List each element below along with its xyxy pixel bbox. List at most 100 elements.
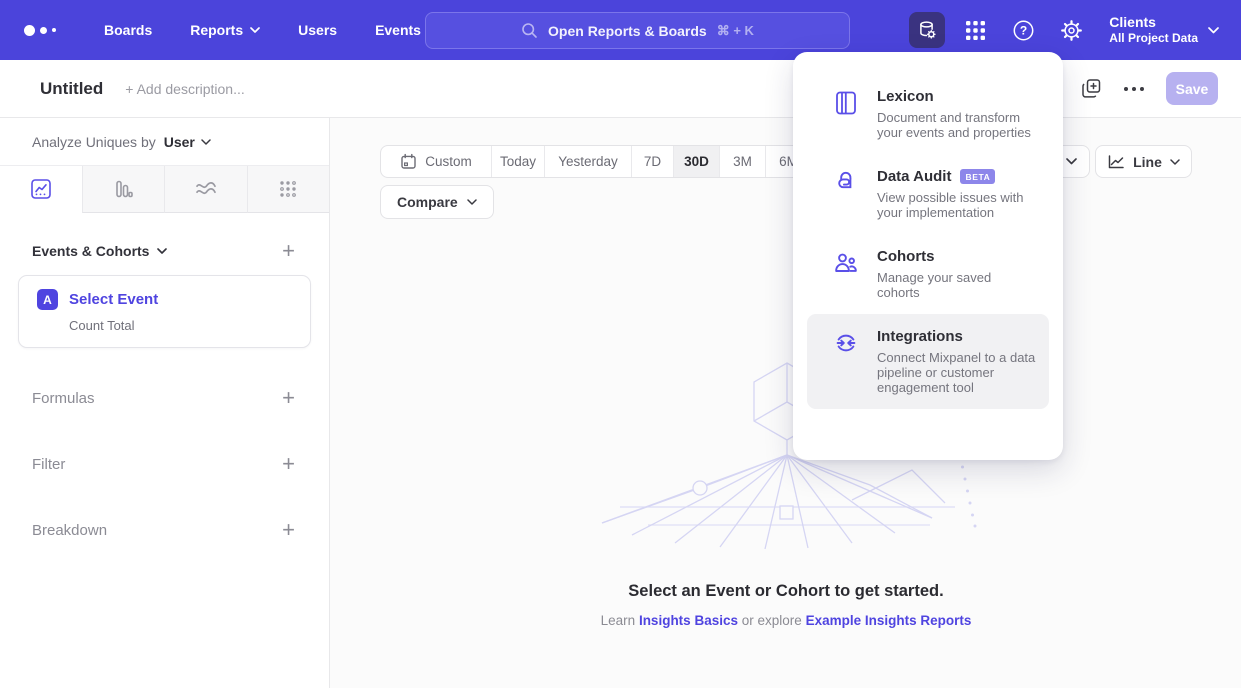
tab-line-chart[interactable] xyxy=(0,166,82,213)
menu-item-integrations[interactable]: Integrations Connect Mixpanel to a data … xyxy=(807,314,1049,409)
save-button[interactable]: Save xyxy=(1166,72,1218,105)
formulas-label: Formulas xyxy=(32,390,95,407)
chevron-down-icon xyxy=(1208,27,1219,34)
search-icon xyxy=(521,22,538,39)
date-range-today[interactable]: Today xyxy=(491,146,544,177)
add-formula-button[interactable]: + xyxy=(278,388,299,408)
date-range-custom-label: Custom xyxy=(425,154,472,169)
compare-button[interactable]: Compare xyxy=(380,185,494,219)
nav-reports-label: Reports xyxy=(190,22,243,38)
compare-label: Compare xyxy=(397,194,458,210)
date-range-3m[interactable]: 3M xyxy=(719,146,765,177)
select-event-label[interactable]: Select Event xyxy=(69,291,158,308)
chart-type-tabs xyxy=(0,165,329,213)
menu-item-lexicon[interactable]: Lexicon Document and transform your even… xyxy=(807,74,1049,154)
events-cohorts-section-toggle[interactable]: Events & Cohorts xyxy=(32,243,167,259)
lexicon-description: Document and transform your events and p… xyxy=(877,110,1037,140)
gear-icon xyxy=(1060,19,1083,42)
bar-chart-icon xyxy=(112,178,134,200)
project-switcher[interactable]: Clients All Project Data xyxy=(1109,14,1219,46)
settings-button[interactable] xyxy=(1053,12,1089,48)
chevron-down-icon xyxy=(1170,159,1180,165)
beta-badge: BETA xyxy=(960,169,995,184)
tab-bar-chart[interactable] xyxy=(82,166,165,213)
line-chart-icon xyxy=(1107,154,1125,170)
metrics-grid-icon xyxy=(277,178,299,200)
date-range-30d-label: 30D xyxy=(684,154,709,169)
report-description-placeholder[interactable]: + Add description... xyxy=(125,81,244,97)
data-management-button[interactable] xyxy=(909,12,945,48)
data-audit-description: View possible issues with your implement… xyxy=(877,190,1037,220)
chevron-down-icon xyxy=(467,199,477,205)
nav-events-label: Events xyxy=(375,22,421,38)
apps-grid-button[interactable] xyxy=(957,12,993,48)
chart-type-dropdown[interactable]: Line xyxy=(1095,145,1192,178)
more-options-button[interactable] xyxy=(1122,81,1146,97)
tab-flow-chart[interactable] xyxy=(164,166,247,213)
date-range-3m-label: 3M xyxy=(733,154,752,169)
integrations-title: Integrations xyxy=(877,328,963,345)
chevron-down-icon xyxy=(157,248,167,254)
query-builder-sidebar: Analyze Uniques by User xyxy=(0,118,330,688)
analyze-uniques-value[interactable]: User xyxy=(164,134,195,150)
data-audit-title: Data Audit xyxy=(877,168,951,185)
database-gear-icon xyxy=(916,19,938,41)
date-range-today-label: Today xyxy=(500,154,536,169)
data-audit-icon xyxy=(833,168,859,220)
add-filter-button[interactable]: + xyxy=(278,454,299,474)
grid-icon xyxy=(965,20,986,41)
lexicon-icon xyxy=(833,88,859,140)
cohorts-icon xyxy=(833,248,859,300)
nav-reports[interactable]: Reports xyxy=(190,22,260,38)
date-range-control: Custom Today Yesterday 7D 30D 3M 6M 12M xyxy=(380,145,858,178)
date-range-yesterday-label: Yesterday xyxy=(558,154,618,169)
lexicon-title: Lexicon xyxy=(877,88,934,105)
event-card[interactable]: A Select Event Count Total xyxy=(18,275,311,348)
calendar-icon xyxy=(400,153,417,170)
search-shortcut: ⌘ + K xyxy=(717,23,754,39)
duplicate-report-button[interactable] xyxy=(1081,78,1102,99)
menu-item-cohorts[interactable]: Cohorts Manage your saved cohorts xyxy=(807,234,1049,314)
flow-chart-icon xyxy=(194,178,218,200)
help-icon: ? xyxy=(1012,19,1035,42)
events-cohorts-label: Events & Cohorts xyxy=(32,243,149,259)
date-range-30d[interactable]: 30D xyxy=(673,146,719,177)
nav-users-label: Users xyxy=(298,22,337,38)
date-range-yesterday[interactable]: Yesterday xyxy=(544,146,631,177)
search-placeholder: Open Reports & Boards xyxy=(548,23,707,39)
add-breakdown-button[interactable]: + xyxy=(278,520,299,540)
date-range-custom[interactable]: Custom xyxy=(381,146,491,177)
report-title[interactable]: Untitled xyxy=(40,79,103,99)
global-search-input[interactable]: Open Reports & Boards ⌘ + K xyxy=(425,12,850,49)
date-range-7d-label: 7D xyxy=(644,154,661,169)
insights-basics-link[interactable]: Insights Basics xyxy=(639,613,738,628)
nav-events[interactable]: Events xyxy=(375,22,421,38)
integrations-icon xyxy=(833,328,859,395)
menu-item-data-audit[interactable]: Data Audit BETA View possible issues wit… xyxy=(807,154,1049,234)
breakdown-label: Breakdown xyxy=(32,522,107,539)
data-management-menu: Lexicon Document and transform your even… xyxy=(793,52,1063,460)
nav-boards-label: Boards xyxy=(104,22,152,38)
nav-users[interactable]: Users xyxy=(298,22,337,38)
learn-prefix: Learn xyxy=(601,613,636,628)
chevron-down-icon[interactable] xyxy=(201,139,211,145)
date-range-7d[interactable]: 7D xyxy=(631,146,673,177)
example-insights-reports-link[interactable]: Example Insights Reports xyxy=(806,613,972,628)
event-measure-label[interactable]: Count Total xyxy=(69,318,294,333)
svg-text:?: ? xyxy=(1020,23,1027,37)
tab-metrics-grid[interactable] xyxy=(247,166,330,213)
cohorts-title: Cohorts xyxy=(877,248,935,265)
help-button[interactable]: ? xyxy=(1005,12,1041,48)
add-event-button[interactable]: + xyxy=(278,241,299,261)
empty-state-title: Select an Event or Cohort to get started… xyxy=(331,582,1241,601)
mixpanel-logo-icon[interactable] xyxy=(24,25,76,36)
filter-label: Filter xyxy=(32,456,65,473)
empty-state-links: Learn Insights Basics or explore Example… xyxy=(331,613,1241,628)
line-chart-icon xyxy=(30,178,52,200)
top-navbar: Boards Reports Users Events Open Reports… xyxy=(0,0,1241,60)
chevron-down-icon xyxy=(250,27,260,33)
org-name: Clients xyxy=(1109,14,1198,31)
nav-boards[interactable]: Boards xyxy=(104,22,152,38)
or-explore-text: or explore xyxy=(742,613,802,628)
analyze-uniques-label: Analyze Uniques by xyxy=(32,134,156,150)
